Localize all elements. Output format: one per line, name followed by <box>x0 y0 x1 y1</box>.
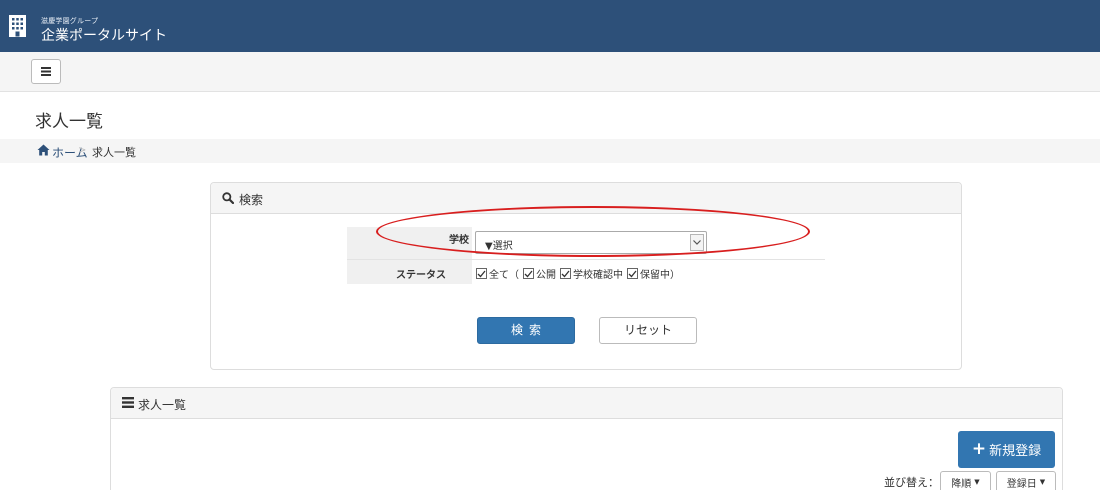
status-label: ステータス <box>396 270 446 281</box>
breadcrumb-separator: > <box>78 145 87 156</box>
status-checkbox-group: 全て（ 公開 学校確認中 保留中） <box>476 266 684 281</box>
status-all-label: 全て（ <box>489 270 519 281</box>
status-school-review-checkbox[interactable] <box>560 268 571 279</box>
job-list-panel: 求人一覧 + 新規登録 並び替え： 降順 ▼ 登録日 ▼ 1件 <box>110 387 1063 490</box>
search-button[interactable]: 検索 <box>477 317 575 344</box>
caret-down-icon: ▼ <box>974 478 980 486</box>
job-list-title: 求人一覧 <box>138 398 187 412</box>
home-icon[interactable] <box>37 144 50 156</box>
sort-order-dropdown[interactable]: 降順 ▼ <box>940 471 991 490</box>
status-all-checkbox[interactable] <box>476 268 487 279</box>
hamburger-menu-icon <box>41 67 51 76</box>
sort-field-dropdown[interactable]: 登録日 ▼ <box>996 471 1056 490</box>
form-row-divider <box>347 259 825 260</box>
building-icon <box>9 11 26 41</box>
job-list-panel-header: 求人一覧 <box>111 388 1062 419</box>
sort-order-value: 降順 <box>951 478 972 490</box>
brand-title[interactable]: 企業ポータルサイト <box>41 25 167 45</box>
new-registration-button[interactable]: + 新規登録 <box>958 431 1055 468</box>
reset-button[interactable]: リセット <box>599 317 697 344</box>
toolbar <box>0 52 1100 92</box>
list-icon <box>122 397 134 408</box>
menu-toggle-button[interactable] <box>31 59 61 84</box>
sort-label: 並び替え： <box>884 476 939 489</box>
plus-icon: + <box>971 439 987 459</box>
status-school-review-label: 学校確認中 <box>573 270 623 281</box>
sort-field-value: 登録日 <box>1006 478 1037 490</box>
caret-down-icon: ▼ <box>1039 478 1046 486</box>
annotation-highlight-ellipse <box>376 206 810 257</box>
top-header-bar: 滋慶学園グループ 企業ポータルサイト <box>0 0 1100 52</box>
search-icon <box>222 192 234 204</box>
breadcrumb-current: 求人一覧 <box>92 146 136 159</box>
status-on-hold-checkbox[interactable] <box>627 268 638 279</box>
new-registration-label: 新規登録 <box>989 444 1042 459</box>
status-on-hold-label: 保留中） <box>640 270 680 281</box>
page-title: 求人一覧 <box>35 112 103 132</box>
status-public-label: 公開 <box>536 270 556 281</box>
search-panel-title: 検索 <box>239 193 264 207</box>
breadcrumb: ホーム > 求人一覧 <box>0 139 1100 163</box>
search-panel: 検索 学校 ステータス ▼選択 全て（ 公開 学校確認中 保留中） 検索 リセッ… <box>210 182 962 370</box>
status-public-checkbox[interactable] <box>523 268 534 279</box>
